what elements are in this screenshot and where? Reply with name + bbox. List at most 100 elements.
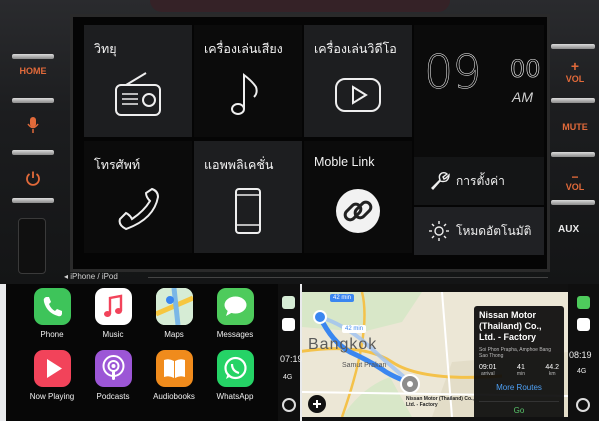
route-card-address: Soi Phon Prapha, Amphoe Bang Sao Thong (479, 347, 551, 359)
settings-row[interactable]: การตั้งค่า (414, 157, 544, 205)
status-network: 4G (283, 374, 293, 381)
messages-icon (216, 288, 254, 325)
clock-hour: 09 (424, 45, 482, 100)
disc-slot (18, 218, 46, 274)
now-playing-icon (33, 350, 71, 387)
tile-video-player[interactable]: เครื่องเล่นวิดีโอ (304, 25, 412, 137)
tile-radio[interactable]: วิทยุ (84, 25, 192, 137)
smartphone-icon (235, 188, 261, 234)
route-arrival-unit: arrival (480, 371, 495, 377)
tile-mobile-link[interactable]: Moble Link (304, 141, 412, 253)
status-time: 07:19 (280, 354, 303, 364)
app-phone-label: Phone (40, 330, 64, 339)
bezel-top-trim (150, 0, 450, 12)
carplay-home-button[interactable] (576, 398, 590, 412)
map-pin-label: Nissan Motor (Thailand) Co., Ltd. - Fact… (406, 396, 474, 408)
app-maps[interactable]: Maps (146, 288, 202, 339)
app-maps-label: Maps (164, 330, 184, 339)
app-whatsapp[interactable]: WhatsApp (207, 350, 263, 401)
source-label: ◂ iPhone / iPod (64, 272, 118, 281)
app-now-playing-label: Now Playing (29, 392, 75, 401)
route-duration: 41 (517, 364, 525, 371)
power-icon (26, 171, 40, 186)
head-unit-screen: วิทยุ เครื่องเล่นเสียง เครื่องเล่นวิดีโอ… (70, 14, 550, 272)
mute-button[interactable]: MUTE (554, 122, 596, 132)
auto-mode-row[interactable]: โหมดอัตโนมัติ (414, 207, 544, 255)
status-network: 4G (577, 368, 587, 375)
source-divider (148, 277, 548, 278)
app-phone[interactable]: Phone (24, 288, 80, 339)
app-music-label: Music (102, 330, 124, 339)
bezel-divider (12, 98, 54, 103)
status-time: 08:19 (569, 350, 592, 360)
link-icon (336, 189, 380, 233)
map-view[interactable]: 42 min 42 min Bangkok Samut Prakan Nissa… (302, 292, 568, 417)
app-audiobooks[interactable]: Audiobooks (146, 350, 202, 401)
clock-minute: 00 (510, 55, 541, 84)
head-unit-bezel: HOME + VOL MUTE − VOL AUX วิทยุ เครื่องเ… (0, 0, 599, 284)
route-card-title: Nissan Motor (Thailand) Co., Ltd. - Fact… (479, 310, 542, 342)
route-distance-unit: km (548, 371, 556, 377)
go-button[interactable]: Go (479, 401, 559, 415)
volume-up-plus-icon: + (570, 58, 580, 74)
tile-music-player-label: เครื่องเล่นเสียง (204, 42, 283, 56)
more-routes-button[interactable]: More Routes (479, 383, 559, 392)
radio-icon (115, 72, 161, 116)
bezel-divider (551, 200, 595, 205)
route-distance: 44.2 (545, 364, 559, 371)
tile-radio-label: วิทยุ (94, 42, 117, 56)
tile-phone[interactable]: โทรศัพท์ (84, 141, 192, 253)
app-podcasts[interactable]: Podcasts (85, 350, 141, 401)
podcasts-icon (94, 350, 132, 387)
menu-grid: วิทยุ เครื่องเล่นเสียง เครื่องเล่นวิดีโอ… (84, 21, 544, 256)
app-podcasts-label: Podcasts (96, 392, 130, 401)
bezel-divider (12, 198, 54, 203)
home-button[interactable]: HOME (12, 66, 54, 76)
brightness-icon (429, 221, 449, 241)
clock-ampm: AM (512, 89, 533, 105)
bezel-divider (551, 152, 595, 157)
carplay-composite: HOME + VOL MUTE − VOL AUX วิทยุ เครื่องเ… (0, 0, 599, 421)
app-music[interactable]: Music (85, 288, 141, 339)
phone-icon (33, 288, 71, 325)
carplay-home-screen: Phone Music Maps Messages Now Playing Po… (6, 284, 303, 421)
phone-handset-icon (118, 187, 160, 231)
tile-mobile-link-label: Moble Link (314, 155, 375, 169)
tile-phone-label: โทรศัพท์ (94, 158, 141, 172)
power-button[interactable] (25, 170, 41, 186)
eta-bubble-top: 42 min (330, 294, 355, 302)
maps-status-sidebar: 08:19 4G (568, 284, 599, 421)
carplay-status-sidebar: 07:19 4G (278, 284, 303, 421)
bezel-divider (12, 150, 54, 155)
app-messages[interactable]: Messages (207, 288, 263, 339)
tile-apps[interactable]: แอพพลิเคชั่น (194, 141, 302, 253)
route-card-stats: 09:01 arrival 41 min 44.2 km (479, 364, 559, 377)
microphone-button[interactable] (26, 116, 40, 134)
recent-music-icon[interactable] (577, 318, 590, 331)
volume-up-button[interactable]: VOL (554, 74, 596, 84)
recent-maps-icon[interactable] (282, 296, 295, 309)
app-now-playing[interactable]: Now Playing (24, 350, 80, 401)
recent-music-icon[interactable] (282, 318, 295, 331)
route-card: Nissan Motor (Thailand) Co., Ltd. - Fact… (474, 306, 564, 417)
recent-phone-icon[interactable] (577, 296, 590, 309)
tile-apps-label: แอพพลิเคชั่น (204, 158, 274, 172)
music-icon (94, 288, 132, 325)
bezel-divider (551, 98, 595, 103)
tile-music-player[interactable]: เครื่องเล่นเสียง (194, 25, 302, 137)
settings-label: การตั้งค่า (456, 173, 505, 188)
app-whatsapp-label: WhatsApp (216, 392, 254, 401)
video-play-icon (335, 78, 381, 112)
volume-down-button[interactable]: VOL (554, 182, 596, 192)
map-district-label: Samut Prakan (342, 362, 387, 369)
app-messages-label: Messages (216, 330, 254, 339)
eta-bubble-alt: 42 min (342, 325, 367, 333)
whatsapp-icon (216, 350, 254, 387)
microphone-icon (27, 117, 39, 133)
carplay-home-button[interactable] (282, 398, 296, 412)
wrench-icon (431, 171, 450, 191)
aux-label: AUX (558, 224, 580, 235)
bezel-divider (551, 44, 595, 49)
music-note-icon (231, 72, 258, 115)
carplay-maps-screen: 42 min 42 min Bangkok Samut Prakan Nissa… (302, 284, 599, 421)
